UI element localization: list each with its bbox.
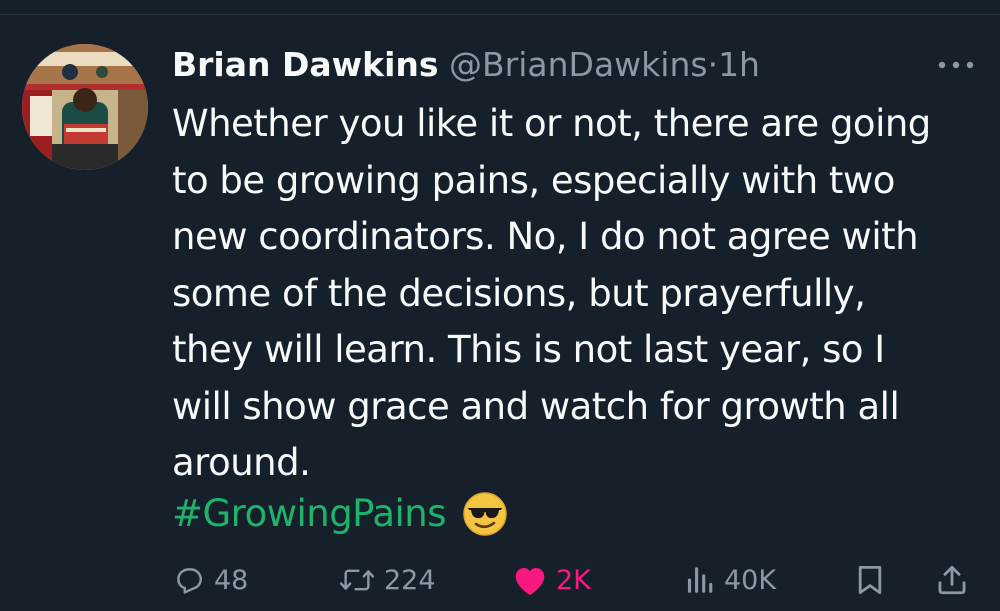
bookmark-button[interactable] <box>856 555 884 605</box>
tweet-line: some of the decisions, but prayerfully, <box>172 271 866 315</box>
tweet-header: Brian Dawkins @BrianDawkins·1h <box>172 40 760 90</box>
tweet-line: they will learn. This is not last year, … <box>172 328 885 371</box>
separator-dot: · <box>707 45 719 84</box>
tweet-line: new coordinators. No, I do not agree wit… <box>172 215 919 258</box>
display-name[interactable]: Brian Dawkins <box>172 45 439 84</box>
tweet-line: Whether you like it or not, there are go… <box>172 102 931 145</box>
tweet-line: to be growing pains, especially with two <box>172 158 895 202</box>
heart-icon <box>515 568 545 595</box>
repost-button[interactable]: 224 <box>338 555 436 605</box>
like-count: 2K <box>556 564 591 596</box>
views-icon <box>687 567 713 593</box>
bookmark-icon <box>858 566 882 594</box>
tweet-text: Whether you like it or not, there are go… <box>172 96 982 492</box>
reply-count: 48 <box>214 564 249 596</box>
share-icon <box>938 565 966 595</box>
more-options-icon[interactable] <box>934 50 978 80</box>
timestamp[interactable]: 1h <box>718 45 760 84</box>
action-bar: 48 224 2K 40K <box>0 555 1000 605</box>
hashtag-link[interactable]: #GrowingPains <box>172 486 447 542</box>
repost-icon <box>339 569 375 591</box>
views-count: 40K <box>724 564 777 596</box>
avatar[interactable] <box>22 44 148 170</box>
tweet-line: around. <box>172 441 311 484</box>
reply-icon <box>177 568 202 594</box>
hashtag-row: #GrowingPains <box>172 486 508 542</box>
tweet-line: will show grace and watch for growth all <box>172 384 900 428</box>
reply-button[interactable]: 48 <box>172 555 248 605</box>
avatar-image <box>22 44 148 170</box>
share-button[interactable] <box>936 555 968 605</box>
repost-count: 224 <box>384 564 436 596</box>
user-handle[interactable]: @BrianDawkins <box>449 45 708 84</box>
views-button[interactable]: 40K <box>684 555 776 605</box>
sunglasses-emoji-icon <box>462 491 508 537</box>
like-button[interactable]: 2K <box>512 555 591 605</box>
top-divider <box>0 14 1000 15</box>
